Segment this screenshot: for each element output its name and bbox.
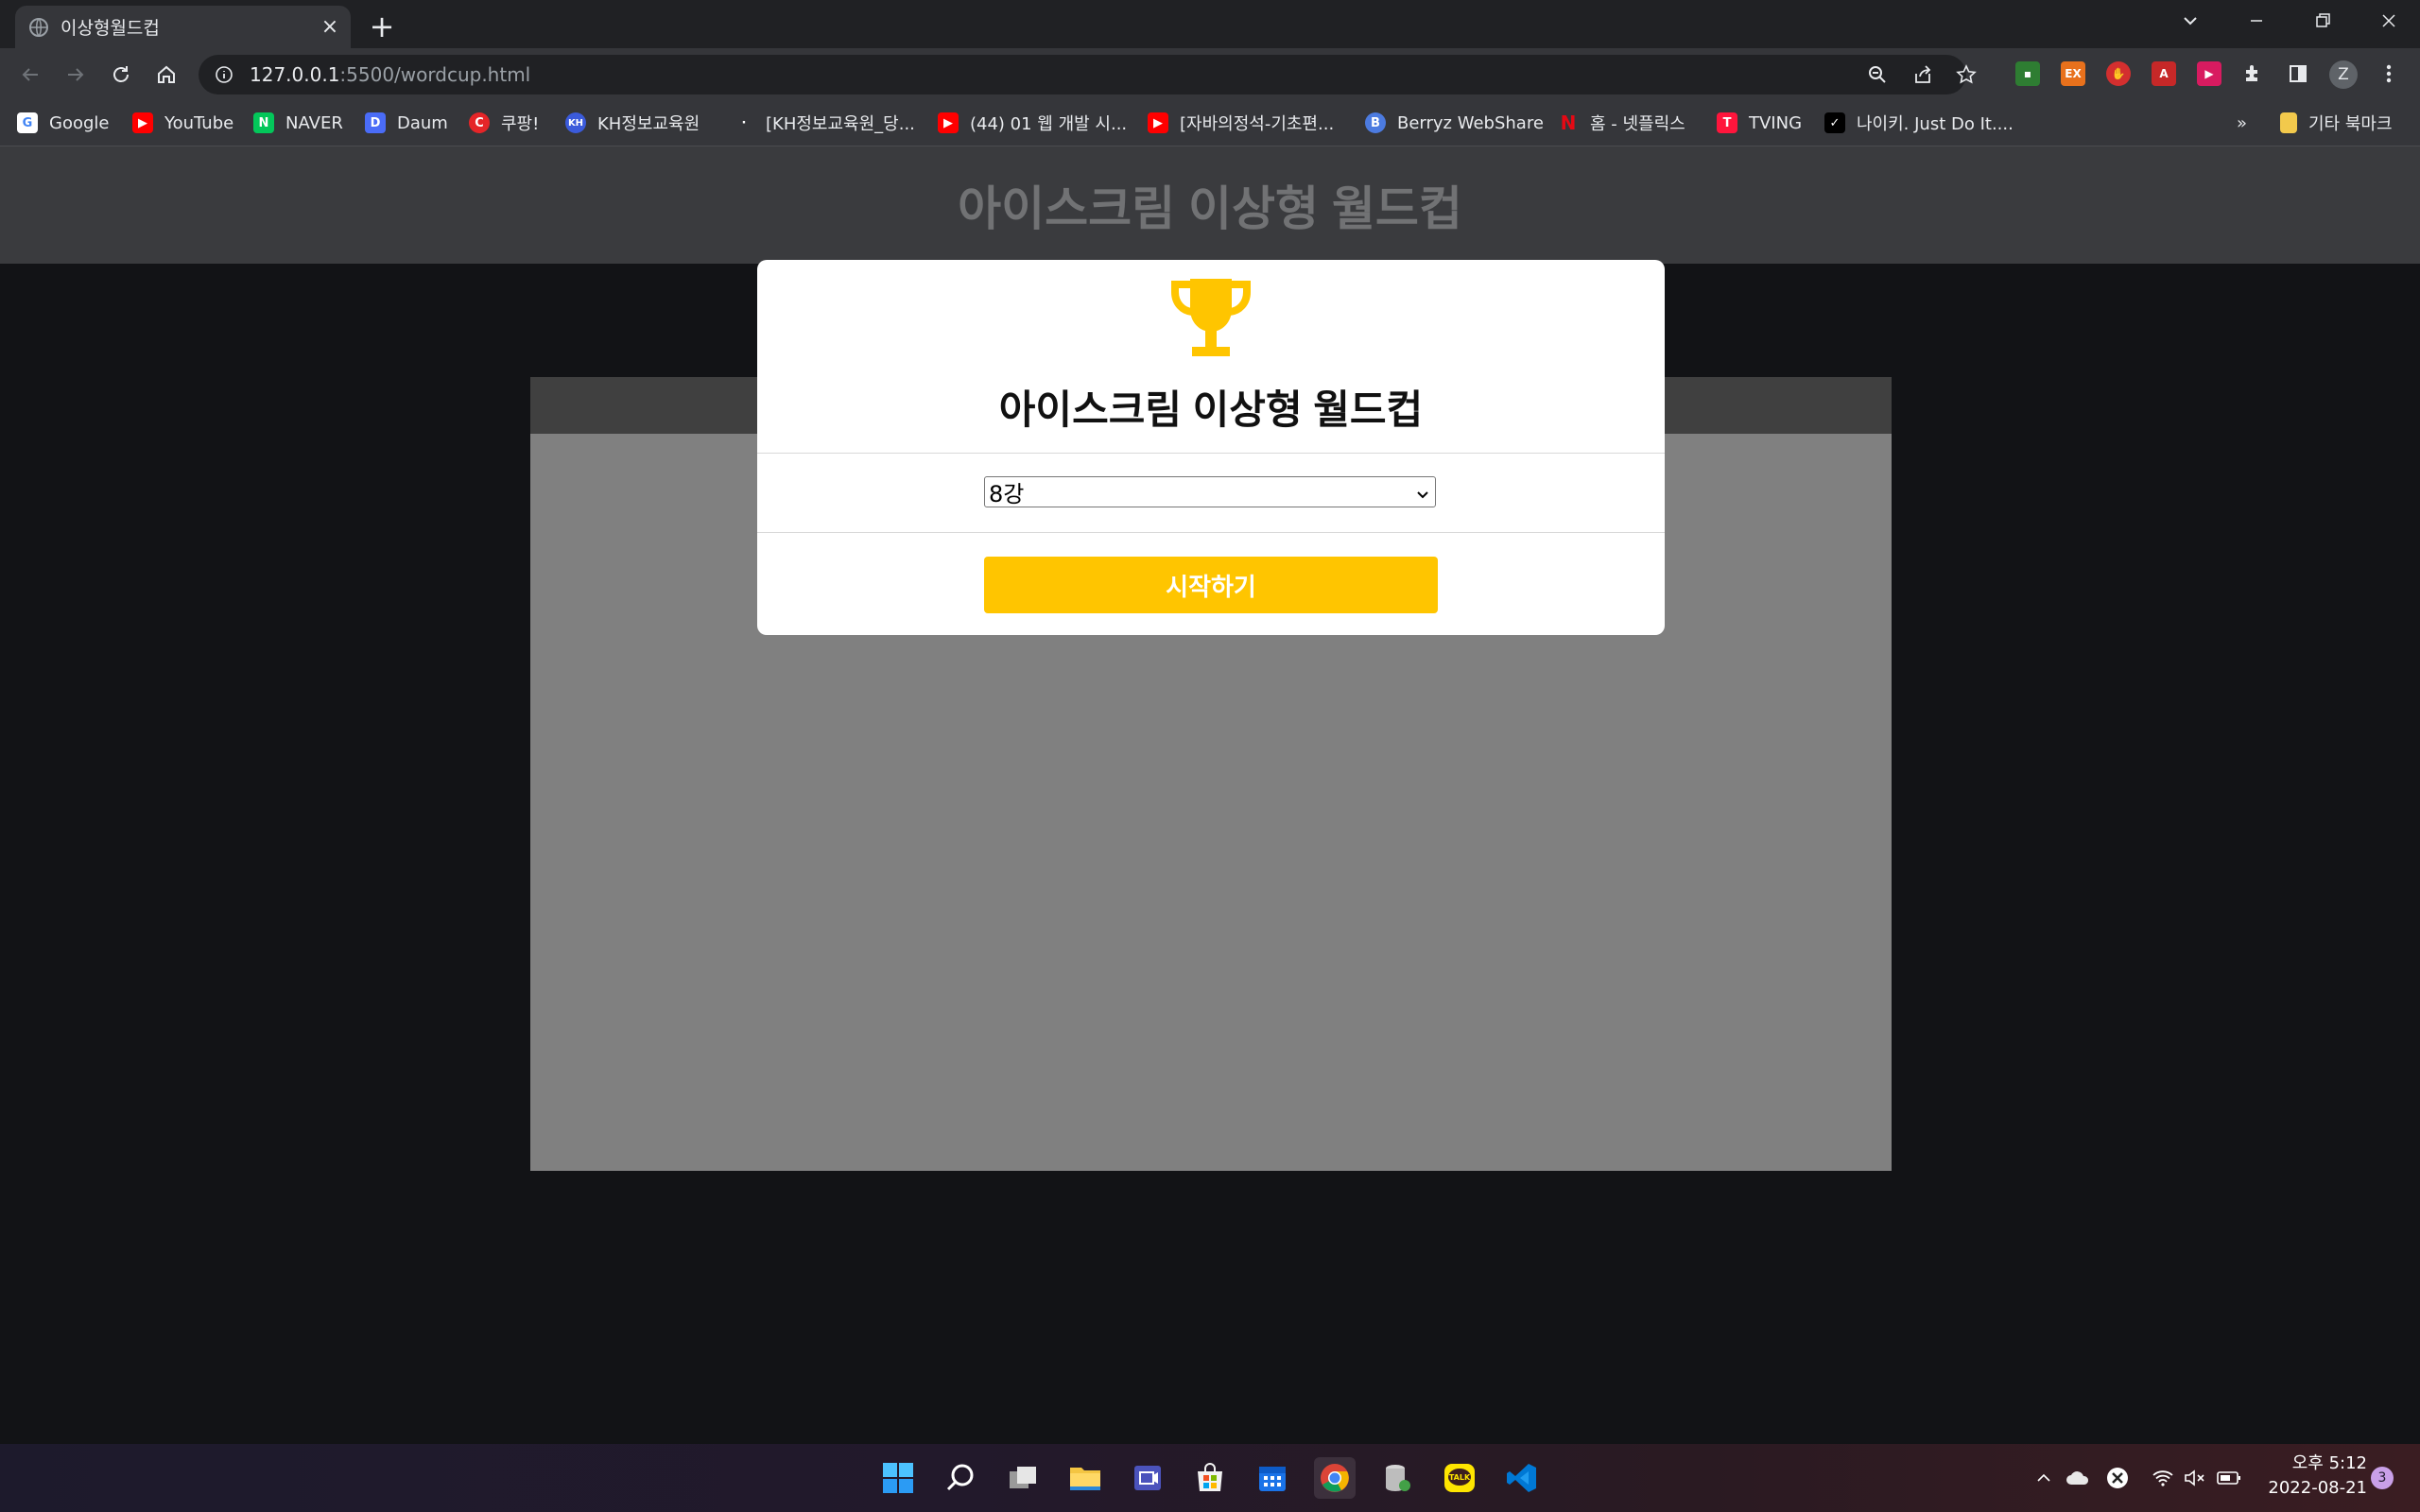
clock-time: 오후 5:12 bbox=[2291, 1453, 2367, 1473]
wifi-icon[interactable] bbox=[2150, 1465, 2176, 1491]
volume-muted-icon[interactable] bbox=[2182, 1465, 2208, 1491]
bookmark-tving[interactable]: T TVING bbox=[1717, 109, 1802, 137]
tab-strip: 이상형월드컵 × + bbox=[0, 0, 2420, 48]
notification-badge[interactable]: 3 bbox=[2371, 1467, 2394, 1489]
bookmark-youtube[interactable]: ▶ YouTube bbox=[132, 109, 233, 137]
youtube-icon: ▶ bbox=[132, 112, 153, 133]
bookmark-google[interactable]: G Google bbox=[17, 109, 109, 137]
extension-hand-icon[interactable]: ✋ bbox=[2106, 61, 2131, 86]
bookmark-berryz[interactable]: B Berryz WebShare bbox=[1365, 109, 1544, 137]
google-icon: G bbox=[17, 112, 38, 133]
browser-tab[interactable]: 이상형월드컵 × bbox=[15, 6, 351, 48]
side-panel-icon[interactable] bbox=[2286, 61, 2310, 86]
file-explorer-icon[interactable] bbox=[1064, 1457, 1106, 1499]
tab-title: 이상형월드컵 bbox=[60, 18, 160, 39]
bookmark-daum[interactable]: D Daum bbox=[365, 109, 448, 137]
bookmark-netflix[interactable]: N홈 - 넷플릭스 bbox=[1558, 109, 1685, 137]
search-icon[interactable] bbox=[940, 1457, 981, 1499]
tab-close-icon[interactable]: × bbox=[317, 14, 343, 41]
bookmark-other-folder[interactable]: 기타 북마크 bbox=[2280, 109, 2393, 137]
kh-icon: KH bbox=[565, 112, 586, 133]
coupang-icon: C bbox=[469, 112, 490, 133]
battery-icon[interactable] bbox=[2216, 1465, 2242, 1491]
zoom-icon[interactable] bbox=[1866, 63, 1889, 86]
bookmark-java[interactable]: ▶ [자바의정석-기초편... bbox=[1148, 109, 1334, 137]
bookmarks-overflow-button[interactable]: » bbox=[2237, 109, 2247, 137]
reload-icon[interactable] bbox=[102, 56, 140, 94]
start-button[interactable]: 시작하기 bbox=[984, 557, 1438, 613]
bookmarks-bar: G Google ▶ YouTube N NAVER D Daum C 쿠팡! KH KH정… bbox=[0, 101, 2420, 146]
tab-search-icon[interactable] bbox=[2159, 0, 2221, 42]
vscode-icon[interactable] bbox=[1501, 1457, 1543, 1499]
round-select[interactable]: 8강 bbox=[984, 476, 1436, 507]
bookmark-star-icon[interactable] bbox=[1955, 63, 1978, 86]
extensions-puzzle-icon[interactable] bbox=[2240, 61, 2265, 86]
microsoft-store-icon[interactable] bbox=[1189, 1457, 1231, 1499]
site-info-icon[interactable] bbox=[214, 64, 234, 85]
back-arrow-icon[interactable] bbox=[11, 56, 49, 94]
calendar-icon[interactable] bbox=[1252, 1457, 1293, 1499]
close-window-icon[interactable] bbox=[2358, 0, 2420, 42]
chrome-icon[interactable] bbox=[1314, 1457, 1356, 1499]
teams-meeting-icon[interactable] bbox=[1127, 1457, 1168, 1499]
tving-icon: T bbox=[1717, 112, 1737, 133]
new-tab-button[interactable]: + bbox=[365, 9, 399, 44]
start-modal: 아이스크림 이상형 월드컵 8강 시작하기 bbox=[757, 260, 1665, 635]
share-icon[interactable] bbox=[1911, 63, 1934, 86]
folder-icon bbox=[2280, 112, 2297, 133]
naver-icon: N bbox=[253, 112, 274, 133]
bookmark-kh-dang[interactable]: · [KH정보교육원_당... bbox=[734, 109, 915, 137]
svg-text:TALK: TALK bbox=[1449, 1473, 1471, 1482]
start-menu-icon[interactable] bbox=[877, 1457, 919, 1499]
youtube-icon: ▶ bbox=[1148, 112, 1168, 133]
extension-pdf-icon[interactable]: A bbox=[2152, 61, 2176, 86]
bookmark-kh[interactable]: KH KH정보교육원 bbox=[565, 109, 700, 137]
trophy-icon bbox=[1171, 279, 1251, 356]
chevron-down-icon bbox=[1416, 479, 1429, 506]
windows-taskbar: TALK 오후 5:12 2022-08-21 3 bbox=[0, 1444, 2420, 1512]
tray-close-app-icon[interactable] bbox=[2104, 1465, 2131, 1491]
bookmark-nike[interactable]: ✓ 나이키. Just Do It.... bbox=[1824, 109, 2014, 137]
netflix-icon: N bbox=[1560, 112, 1577, 134]
modal-title: 아이스크림 이상형 월드컵 bbox=[998, 387, 1424, 432]
tray-chevron-up-icon[interactable] bbox=[2031, 1465, 2057, 1491]
database-app-icon[interactable] bbox=[1376, 1457, 1418, 1499]
address-url: 127.0.0.1:5500/wordcup.html bbox=[250, 63, 531, 86]
modal-divider bbox=[757, 453, 1665, 454]
page-title: 아이스크림 이상형 월드컵 bbox=[958, 182, 1462, 235]
kakaotalk-icon[interactable]: TALK bbox=[1439, 1457, 1480, 1499]
clock-date: 2022-08-21 bbox=[2268, 1478, 2367, 1498]
profile-avatar[interactable]: Z bbox=[2329, 60, 2358, 89]
bookmark-naver[interactable]: N NAVER bbox=[253, 109, 343, 137]
dot-icon: · bbox=[741, 115, 747, 130]
page-header: 아이스크림 이상형 월드컵 bbox=[0, 146, 2420, 264]
menu-kebab-icon[interactable] bbox=[2377, 61, 2401, 86]
extension-ex-icon[interactable]: EX bbox=[2061, 61, 2085, 86]
nike-icon: ✓ bbox=[1824, 112, 1845, 133]
globe-icon bbox=[28, 17, 49, 38]
restore-icon[interactable] bbox=[2291, 0, 2354, 42]
address-bar[interactable]: 127.0.0.1:5500/wordcup.html bbox=[199, 55, 1977, 94]
bookmark-web-dev[interactable]: ▶ (44) 01 웹 개발 시... bbox=[938, 109, 1127, 137]
daum-icon: D bbox=[365, 112, 386, 133]
forward-arrow-icon[interactable] bbox=[57, 56, 95, 94]
onedrive-icon[interactable] bbox=[2065, 1465, 2091, 1491]
extension-redirect-icon[interactable]: ▶ bbox=[2197, 61, 2221, 86]
modal-divider bbox=[757, 532, 1665, 533]
browser-toolbar: 127.0.0.1:5500/wordcup.html ▪ EX ✋ A ▶ Z bbox=[0, 48, 2420, 101]
extension-green-icon[interactable]: ▪ bbox=[2015, 61, 2040, 86]
berryz-icon: B bbox=[1365, 112, 1386, 133]
round-select-value: 8강 bbox=[989, 481, 1025, 507]
bookmark-coupang[interactable]: C 쿠팡! bbox=[469, 109, 539, 137]
home-icon[interactable] bbox=[147, 56, 185, 94]
youtube-icon: ▶ bbox=[938, 112, 959, 133]
task-view-icon[interactable] bbox=[1002, 1457, 1044, 1499]
system-clock[interactable]: 오후 5:12 2022-08-21 bbox=[2254, 1452, 2367, 1501]
minimize-icon[interactable] bbox=[2225, 0, 2288, 42]
